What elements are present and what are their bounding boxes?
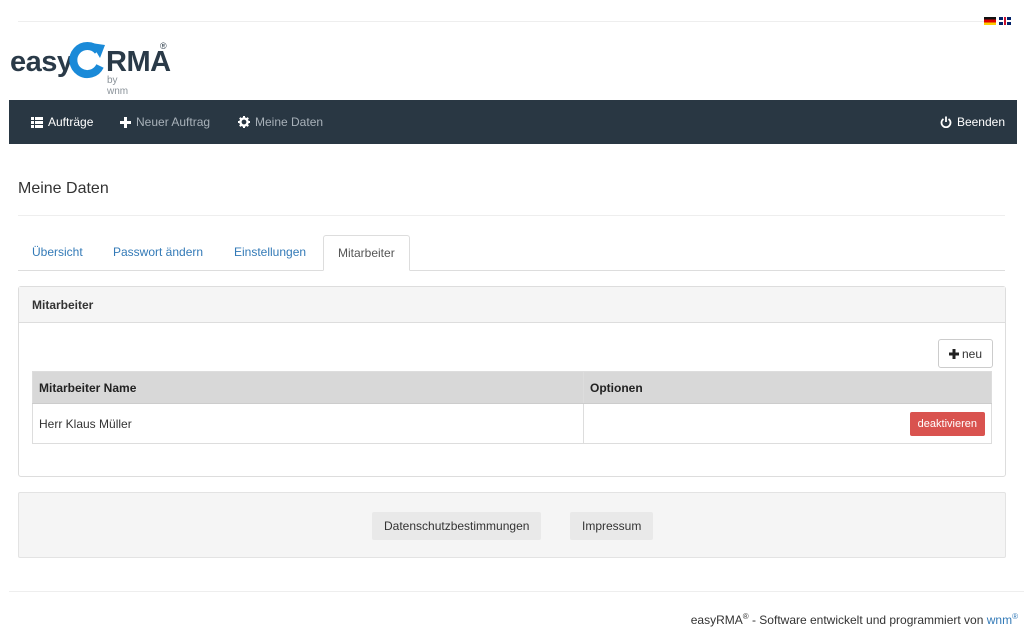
options-cell: deaktivieren	[583, 403, 992, 444]
mitarbeiter-panel: Mitarbeiter neu Mitarbeiter Name Optione…	[18, 286, 1006, 477]
nav-item-auftraege[interactable]: Aufträge	[31, 100, 93, 144]
copyright-brand: easyRMA	[690, 613, 743, 627]
tab-bar: Übersicht Passwort ändern Einstellungen …	[18, 235, 1005, 271]
logout-button[interactable]: Beenden	[940, 100, 1005, 144]
tab-passwort-aendern[interactable]: Passwort ändern	[99, 235, 217, 269]
table-header-row: Mitarbeiter Name Optionen	[32, 371, 992, 404]
employee-table: Mitarbeiter Name Optionen Herr Klaus Mül…	[32, 371, 992, 444]
logo-byline: by wnm	[107, 75, 129, 97]
wnm-reg: ®	[1012, 612, 1018, 621]
column-header-options: Optionen	[583, 371, 992, 404]
logo-refresh-icon	[69, 42, 105, 79]
logo-text-easy: easy	[10, 46, 73, 78]
flag-de-icon[interactable]	[984, 17, 996, 25]
nav-item-meine-daten[interactable]: Meine Daten	[238, 100, 323, 144]
add-employee-button[interactable]: neu	[937, 339, 993, 368]
nav-label: Neuer Auftrag	[136, 115, 211, 129]
power-icon	[940, 116, 952, 128]
imprint-link[interactable]: Impressum	[570, 512, 654, 540]
footer-links-bar: Datenschutzbestimmungen Impressum	[18, 492, 1006, 558]
copyright-notice: easyRMA ® - Software entwickelt und progr…	[691, 612, 1018, 627]
column-header-name: Mitarbeiter Name	[32, 371, 584, 404]
page-title: Meine Daten	[18, 180, 109, 197]
list-icon	[31, 116, 43, 128]
tab-einstellungen[interactable]: Einstellungen	[220, 235, 320, 269]
tab-uebersicht[interactable]: Übersicht	[18, 235, 97, 269]
wnm-link[interactable]: wnm	[987, 613, 1012, 627]
panel-title: Mitarbeiter	[19, 287, 1005, 323]
logout-label: Beenden	[956, 115, 1005, 129]
header-divider	[18, 21, 984, 22]
language-switcher	[984, 17, 1011, 25]
gear-icon	[238, 116, 250, 128]
flag-uk-icon[interactable]	[999, 17, 1011, 25]
deactivate-button[interactable]: deaktivieren	[909, 411, 985, 436]
copyright-text: - Software entwickelt und programmiert v…	[748, 613, 987, 627]
table-row: Herr Klaus Müller deaktivieren	[33, 403, 992, 444]
logo-registered-mark: ®	[160, 41, 167, 51]
plus-icon	[120, 116, 131, 128]
add-employee-label: neu	[961, 346, 982, 361]
tab-mitarbeiter[interactable]: Mitarbeiter	[323, 235, 410, 271]
privacy-link[interactable]: Datenschutzbestimmungen	[372, 512, 542, 540]
main-navbar: Aufträge Neuer Auftrag Meine Daten Beend…	[9, 100, 1017, 144]
nav-label: Aufträge	[48, 115, 94, 129]
plus-icon	[948, 348, 959, 359]
title-divider	[18, 215, 1005, 216]
nav-label: Meine Daten	[255, 115, 324, 129]
employee-name: Herr Klaus Müller	[39, 416, 132, 431]
footer-divider	[9, 591, 1024, 592]
nav-item-neuer-auftrag[interactable]: Neuer Auftrag	[120, 100, 210, 144]
